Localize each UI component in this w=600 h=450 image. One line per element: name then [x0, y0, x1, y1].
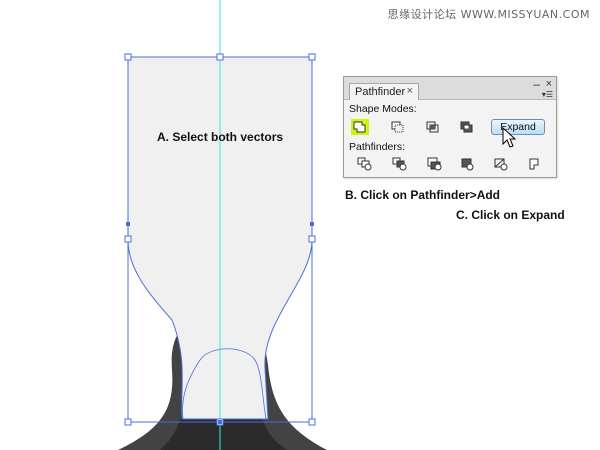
- intersect-button[interactable]: [424, 119, 442, 135]
- panel-close-button[interactable]: ×: [546, 78, 552, 90]
- divide-icon: [357, 157, 372, 171]
- annotation-pathfinder-add: B. Click on Pathfinder>Add: [345, 188, 501, 202]
- minus-back-icon: [529, 158, 539, 170]
- unite-icon: [353, 121, 366, 133]
- exclude-button[interactable]: [458, 119, 476, 135]
- tab-pathfinder-label: Pathfinder: [355, 86, 406, 98]
- panel-header: Pathfinder × – × ▾☰: [344, 77, 556, 100]
- annotation-select-vectors: A. Select both vectors: [157, 130, 284, 144]
- intersect-icon: [426, 121, 439, 133]
- minus-back-button[interactable]: [526, 156, 544, 172]
- expand-button[interactable]: Expand: [491, 119, 545, 135]
- shape-modes-label: Shape Modes:: [349, 103, 417, 115]
- annotation-click-expand: C. Click on Expand: [456, 208, 565, 222]
- exclude-icon: [460, 121, 473, 133]
- outline-icon: [494, 158, 508, 171]
- panel-minimize-button[interactable]: –: [533, 77, 540, 91]
- outline-button[interactable]: [492, 156, 510, 172]
- minus-front-icon: [391, 121, 404, 133]
- divide-button[interactable]: [356, 156, 374, 172]
- crop-icon: [461, 158, 474, 171]
- minus-front-button[interactable]: [389, 119, 407, 135]
- trim-icon: [392, 157, 407, 171]
- panel-menu-icon[interactable]: ▾☰: [542, 90, 553, 99]
- artboard: [118, 0, 327, 450]
- tab-close-icon[interactable]: ×: [407, 85, 413, 97]
- pathfinder-panel: Pathfinder × – × ▾☰ Shape Modes: Expand …: [343, 76, 557, 178]
- pathfinders-label: Pathfinders:: [349, 141, 406, 153]
- merge-button[interactable]: [426, 156, 444, 172]
- crop-button[interactable]: [458, 156, 476, 172]
- trim-button[interactable]: [391, 156, 409, 172]
- unite-button[interactable]: [351, 119, 369, 135]
- mouse-cursor-icon: [502, 127, 517, 148]
- merge-icon: [427, 157, 442, 171]
- tab-pathfinder[interactable]: Pathfinder ×: [349, 83, 419, 100]
